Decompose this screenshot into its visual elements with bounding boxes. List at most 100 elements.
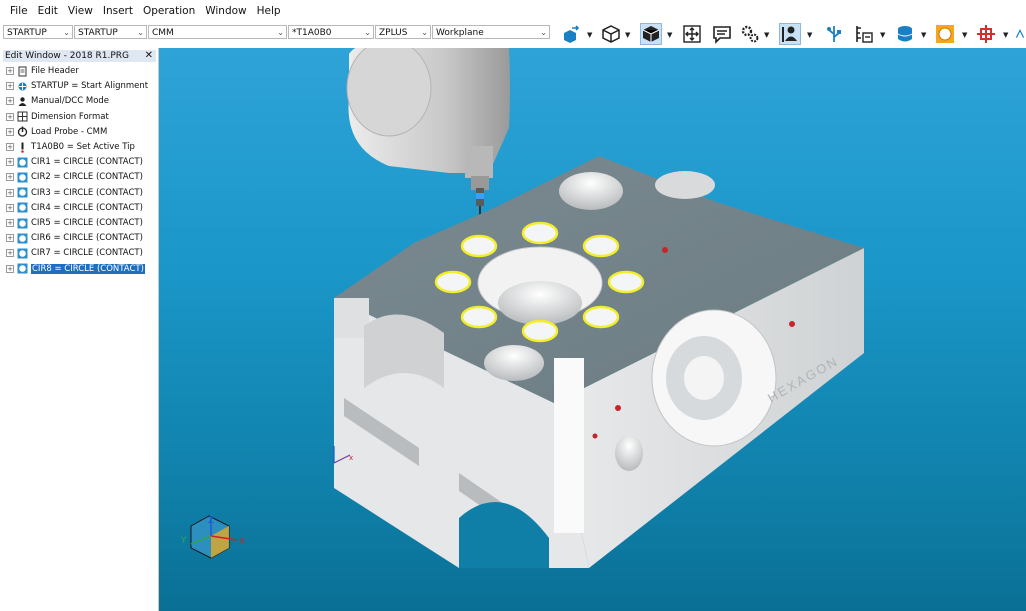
- tree-item[interactable]: + T1A0B0 = Set Active Tip: [6, 140, 135, 154]
- probe-readout-icon: [856, 26, 873, 43]
- tree-item-label: STARTUP = Start Alignment: [31, 81, 149, 92]
- solid-button[interactable]: [640, 23, 662, 45]
- view-export-button[interactable]: [560, 23, 582, 45]
- expand-icon[interactable]: +: [6, 112, 14, 121]
- wireframe-button[interactable]: [600, 23, 622, 45]
- more-button[interactable]: [1014, 23, 1026, 45]
- caret-down-icon[interactable]: ▼: [921, 31, 926, 39]
- circle-feature-icon: [936, 25, 954, 43]
- menu-insert[interactable]: Insert: [103, 5, 133, 17]
- workplane-combo[interactable]: Workplane ⌄: [432, 25, 550, 39]
- tree-item[interactable]: + CIR1 = CIRCLE (CONTACT): [6, 155, 143, 169]
- workplane-combo-value: Workplane: [436, 28, 484, 38]
- chevron-down-icon: ⌄: [277, 28, 284, 37]
- tree-item[interactable]: + CIR2 = CIRCLE (CONTACT): [6, 170, 143, 184]
- orientation-triad: Z Y X: [180, 515, 245, 559]
- circle-icon: [17, 172, 28, 183]
- tree-item[interactable]: + CIR8 = CIRCLE (CONTACT): [6, 262, 146, 276]
- probe-readout-button[interactable]: [853, 23, 875, 45]
- expand-icon[interactable]: +: [6, 203, 14, 212]
- zoom-to-fit-button[interactable]: [681, 23, 703, 45]
- tree-item-label: File Header: [31, 66, 79, 76]
- file-header-icon: [17, 66, 28, 77]
- wireframe-cube-icon: [602, 25, 620, 43]
- menu-view[interactable]: View: [68, 5, 93, 17]
- expand-icon[interactable]: +: [6, 97, 14, 106]
- tree-item-label: Manual/DCC Mode: [31, 96, 110, 107]
- probe-mode-button[interactable]: [779, 23, 801, 45]
- triad-z-label: Z: [208, 516, 214, 526]
- alignment-combo-2[interactable]: STARTUP ⌄: [74, 25, 147, 39]
- workplane-axis-combo[interactable]: ZPLUS ⌄: [375, 25, 431, 39]
- expand-icon[interactable]: +: [6, 264, 14, 273]
- expand-icon[interactable]: +: [6, 173, 14, 182]
- caret-down-icon[interactable]: ▼: [764, 31, 769, 39]
- tree-item[interactable]: + Load Probe - CMM: [6, 125, 107, 139]
- caret-down-icon[interactable]: ▼: [880, 31, 885, 39]
- caret-down-icon[interactable]: ▼: [625, 31, 630, 39]
- expand-icon[interactable]: +: [6, 219, 14, 227]
- expand-icon[interactable]: +: [6, 67, 14, 75]
- menu-operation[interactable]: Operation: [143, 5, 195, 17]
- expand-icon[interactable]: +: [6, 249, 14, 258]
- dimension-format-icon: [17, 111, 28, 122]
- expand-icon[interactable]: +: [6, 158, 14, 167]
- triad-y-label: Y: [180, 536, 187, 546]
- expand-icon[interactable]: +: [6, 234, 14, 243]
- caret-down-icon[interactable]: ▼: [1003, 31, 1008, 39]
- tree-item[interactable]: + CIR4 = CIRCLE (CONTACT): [6, 201, 143, 215]
- tree-item[interactable]: + Manual/DCC Mode: [6, 94, 109, 108]
- tip-combo[interactable]: *T1A0B0 ⌄: [288, 25, 374, 39]
- tree-item-label: CIR7 = CIRCLE (CONTACT): [31, 248, 143, 259]
- menu-window[interactable]: Window: [205, 5, 246, 17]
- circle-icon: [17, 202, 28, 213]
- tree-item-label: Dimension Format: [31, 111, 109, 122]
- circle-icon: [17, 248, 28, 259]
- menu-help[interactable]: Help: [257, 5, 281, 17]
- tree-item-label: CIR4 = CIRCLE (CONTACT): [31, 202, 143, 213]
- toolbar: STARTUP ⌄ STARTUP ⌄ CMM ⌄ *T1A0B0 ⌄ ZPLUS ⌄ W…: [0, 22, 1026, 49]
- usb-icon: [827, 26, 841, 42]
- expand-icon[interactable]: +: [6, 127, 14, 136]
- construct-icon: [977, 25, 995, 43]
- cube-arrow-icon: [564, 25, 580, 43]
- tree-item[interactable]: + CIR3 = CIRCLE (CONTACT): [6, 186, 143, 200]
- alignment-icon: [17, 81, 28, 92]
- settings-button[interactable]: [739, 23, 761, 45]
- tree-item[interactable]: + CIR5 = CIRCLE (CONTACT): [6, 216, 143, 230]
- expand-icon[interactable]: +: [6, 188, 14, 197]
- machine-combo-value: CMM: [152, 28, 174, 38]
- tree-item[interactable]: + File Header: [6, 64, 79, 78]
- caret-down-icon[interactable]: ▼: [962, 31, 967, 39]
- expand-icon[interactable]: +: [6, 82, 14, 91]
- comment-button[interactable]: [711, 23, 733, 45]
- database-button[interactable]: [894, 23, 916, 45]
- circle-icon: [17, 233, 28, 244]
- svg-text:x: x: [349, 454, 353, 462]
- tree-item[interactable]: + CIR7 = CIRCLE (CONTACT): [6, 246, 143, 260]
- triad-x-label: X: [239, 537, 245, 547]
- cad-viewport[interactable]: HEXAGON x Z Y X: [159, 48, 1026, 611]
- alignment-combo-2-value: STARTUP: [78, 28, 118, 38]
- construct-button[interactable]: [975, 23, 997, 45]
- circle-feature-button[interactable]: [934, 23, 956, 45]
- usb-button[interactable]: [823, 23, 845, 45]
- menu-edit[interactable]: Edit: [38, 5, 58, 17]
- tree-item[interactable]: + CIR6 = CIRCLE (CONTACT): [6, 231, 143, 245]
- alignment-combo[interactable]: STARTUP ⌄: [3, 25, 73, 39]
- tip-combo-value: *T1A0B0: [292, 28, 332, 38]
- load-probe-icon: [17, 126, 28, 137]
- machine-combo[interactable]: CMM ⌄: [148, 25, 287, 39]
- tree-item-label: CIR5 = CIRCLE (CONTACT): [31, 218, 143, 228]
- tree-item[interactable]: + Dimension Format: [6, 110, 109, 124]
- menu-file[interactable]: File: [10, 5, 28, 17]
- move-arrows-icon: [683, 25, 701, 43]
- tree-item[interactable]: + STARTUP = Start Alignment: [6, 79, 148, 93]
- close-icon[interactable]: ✕: [145, 50, 153, 62]
- caret-down-icon[interactable]: ▼: [587, 31, 592, 39]
- tip-icon: [17, 142, 28, 153]
- caret-down-icon[interactable]: ▼: [667, 31, 672, 39]
- alignment-combo-value: STARTUP: [7, 28, 47, 38]
- caret-down-icon[interactable]: ▼: [807, 31, 812, 39]
- expand-icon[interactable]: +: [6, 143, 14, 151]
